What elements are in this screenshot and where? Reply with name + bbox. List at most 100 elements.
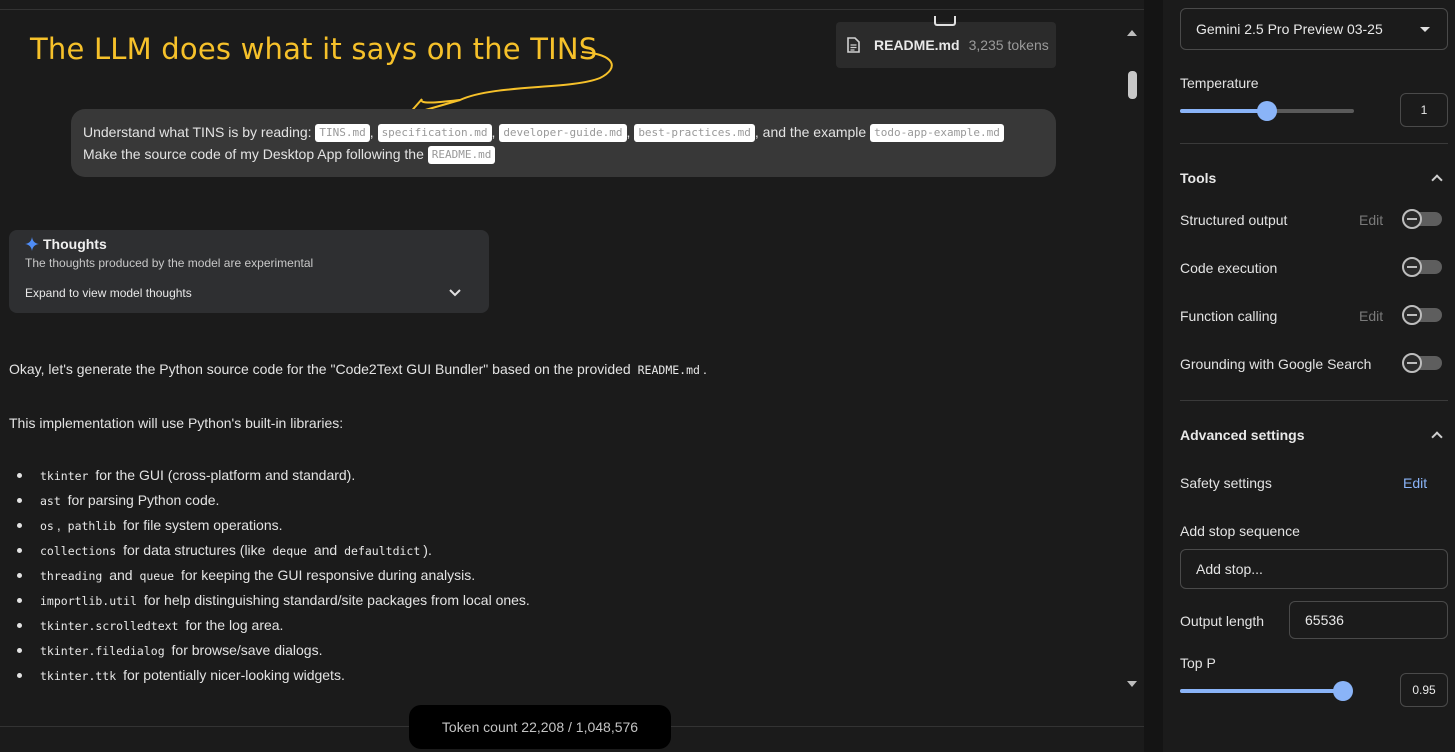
model-select[interactable]: Gemini 2.5 Pro Preview 03-25 [1180, 8, 1448, 50]
user-message: Understand what TINS is by reading: TINS… [71, 109, 1056, 177]
list-item-text: for data structures (like [123, 542, 266, 558]
list-item-text: for browse/save dialogs. [171, 642, 323, 658]
edit-link[interactable]: Edit [1359, 308, 1383, 324]
list-item-text: , [56, 517, 61, 533]
response-libs-intro: This implementation will use Python's bu… [9, 415, 344, 431]
top-p-input[interactable]: 0.95 [1400, 673, 1448, 707]
caret-down-icon [1420, 27, 1430, 32]
user-text: , and the example [754, 124, 867, 140]
inline-code: pathlib [67, 519, 117, 533]
inline-code: threading [40, 569, 103, 583]
list-item: collections for data structures (like de… [17, 540, 530, 565]
list-item-text: for the GUI (cross-platform and standard… [95, 467, 356, 483]
divider [1180, 143, 1448, 144]
stop-sequence-label: Add stop sequence [1180, 523, 1300, 539]
user-message-line-2: Make the source code of my Desktop App f… [83, 143, 1044, 165]
thoughts-title-text: Thoughts [43, 236, 107, 252]
library-list: tkinter for the GUI (cross-platform and … [17, 465, 530, 690]
top-p-slider-fill [1180, 689, 1344, 693]
temperature-input[interactable]: 1 [1400, 93, 1448, 127]
thoughts-subtitle: The thoughts produced by the model are e… [25, 256, 314, 270]
top-p-label: Top P [1180, 655, 1216, 671]
inline-code: queue [139, 569, 175, 583]
expand-thoughts-label: Expand to view model thoughts [25, 286, 192, 300]
scroll-down-arrow[interactable] [1127, 681, 1137, 687]
edit-link[interactable]: Edit [1359, 212, 1383, 228]
structured-output-toggle[interactable] [1402, 209, 1442, 229]
list-item: ast for parsing Python code. [17, 490, 530, 515]
response-text: . [702, 361, 707, 377]
inline-code: ast [40, 494, 61, 508]
model-select-value: Gemini 2.5 Pro Preview 03-25 [1196, 21, 1383, 37]
file-token-count: 3,235 tokens [968, 37, 1049, 53]
list-item: tkinter.filedialog for browse/save dialo… [17, 640, 530, 665]
safety-edit-link[interactable]: Edit [1403, 475, 1427, 491]
file-ref: best-practices.md [634, 124, 755, 142]
temperature-slider-fill [1180, 109, 1267, 113]
grounding-toggle[interactable] [1402, 353, 1442, 373]
top-p-slider-thumb[interactable] [1333, 681, 1354, 701]
user-message-line-1: Understand what TINS is by reading: TINS… [83, 121, 1044, 143]
panel-divider[interactable] [1144, 0, 1163, 752]
separator: , [491, 124, 496, 140]
thoughts-title: Thoughts [25, 236, 473, 252]
user-text: Understand what TINS is by reading: [83, 124, 312, 140]
inline-code: importlib.util [40, 594, 137, 608]
inline-code: collections [40, 544, 117, 558]
attached-file-chip[interactable]: README.md 3,235 tokens [836, 16, 1056, 68]
top-p-slider[interactable] [1180, 681, 1354, 701]
inline-code: os [40, 519, 54, 533]
list-item-text: for the log area. [185, 617, 284, 633]
temperature-slider-thumb[interactable] [1257, 101, 1277, 121]
stop-sequence-input[interactable]: Add stop... [1180, 549, 1448, 589]
file-chip-tab [934, 16, 956, 26]
scrollbar-thumb[interactable] [1128, 71, 1137, 99]
list-item: tkinter.ttk for potentially nicer-lookin… [17, 665, 530, 690]
inline-code: tkinter.filedialog [40, 644, 165, 658]
file-ref: todo-app-example.md [870, 124, 1004, 142]
inline-code: README.md [637, 363, 700, 377]
function-calling-toggle[interactable] [1402, 305, 1442, 325]
document-icon [847, 37, 860, 53]
separator: , [626, 124, 631, 140]
inline-code: tkinter.scrolledtext [40, 619, 179, 633]
file-ref: README.md [427, 146, 496, 164]
list-item-text: for file system operations. [123, 517, 283, 533]
output-length-input[interactable]: 65536 [1289, 601, 1448, 639]
response-text: Okay, let's generate the Python source c… [9, 361, 631, 377]
tool-label: Code execution [1180, 260, 1278, 276]
chevron-up-icon[interactable] [1431, 174, 1443, 186]
scroll-up-arrow[interactable] [1127, 30, 1137, 36]
inline-code: deque [272, 544, 307, 558]
code-execution-toggle[interactable] [1402, 257, 1442, 277]
expand-thoughts-button[interactable]: Expand to view model thoughts [25, 286, 473, 300]
run-settings-panel: Gemini 2.5 Pro Preview 03-25 Temperature… [1163, 0, 1455, 752]
file-ref: specification.md [377, 124, 492, 142]
tool-label: Grounding with Google Search [1180, 356, 1372, 372]
toggle-knob [1402, 305, 1422, 325]
toggle-knob [1402, 209, 1422, 229]
output-length-label: Output length [1180, 613, 1265, 629]
separator: , [369, 124, 374, 140]
list-item: tkinter.scrolledtext for the log area. [17, 615, 530, 640]
list-item-text: for parsing Python code. [67, 492, 220, 508]
advanced-settings-heading: Advanced settings [1180, 427, 1305, 443]
list-item-text: and [109, 567, 133, 583]
list-item-text: for potentially nicer-looking widgets. [123, 667, 345, 683]
inline-code: tkinter.ttk [40, 669, 117, 683]
chevron-up-icon[interactable] [1431, 431, 1443, 443]
chat-area: The LLM does what it says on the TINS RE… [0, 0, 1144, 752]
list-item-text: ). [423, 542, 432, 558]
token-count-pill: Token count 22,208 / 1,048,576 [409, 705, 671, 749]
inline-code: defaultdict [344, 544, 421, 558]
divider [1180, 400, 1448, 401]
list-item: tkinter for the GUI (cross-platform and … [17, 465, 530, 490]
list-item: threading and queue for keeping the GUI … [17, 565, 530, 590]
thoughts-panel: Thoughts The thoughts produced by the mo… [9, 230, 489, 313]
safety-settings-label: Safety settings [1180, 475, 1272, 491]
tool-label: Function calling [1180, 308, 1278, 324]
temperature-slider[interactable] [1180, 101, 1354, 121]
list-item-text: for keeping the GUI responsive during an… [180, 567, 476, 583]
toggle-knob [1402, 257, 1422, 277]
temperature-label: Temperature [1180, 75, 1259, 91]
